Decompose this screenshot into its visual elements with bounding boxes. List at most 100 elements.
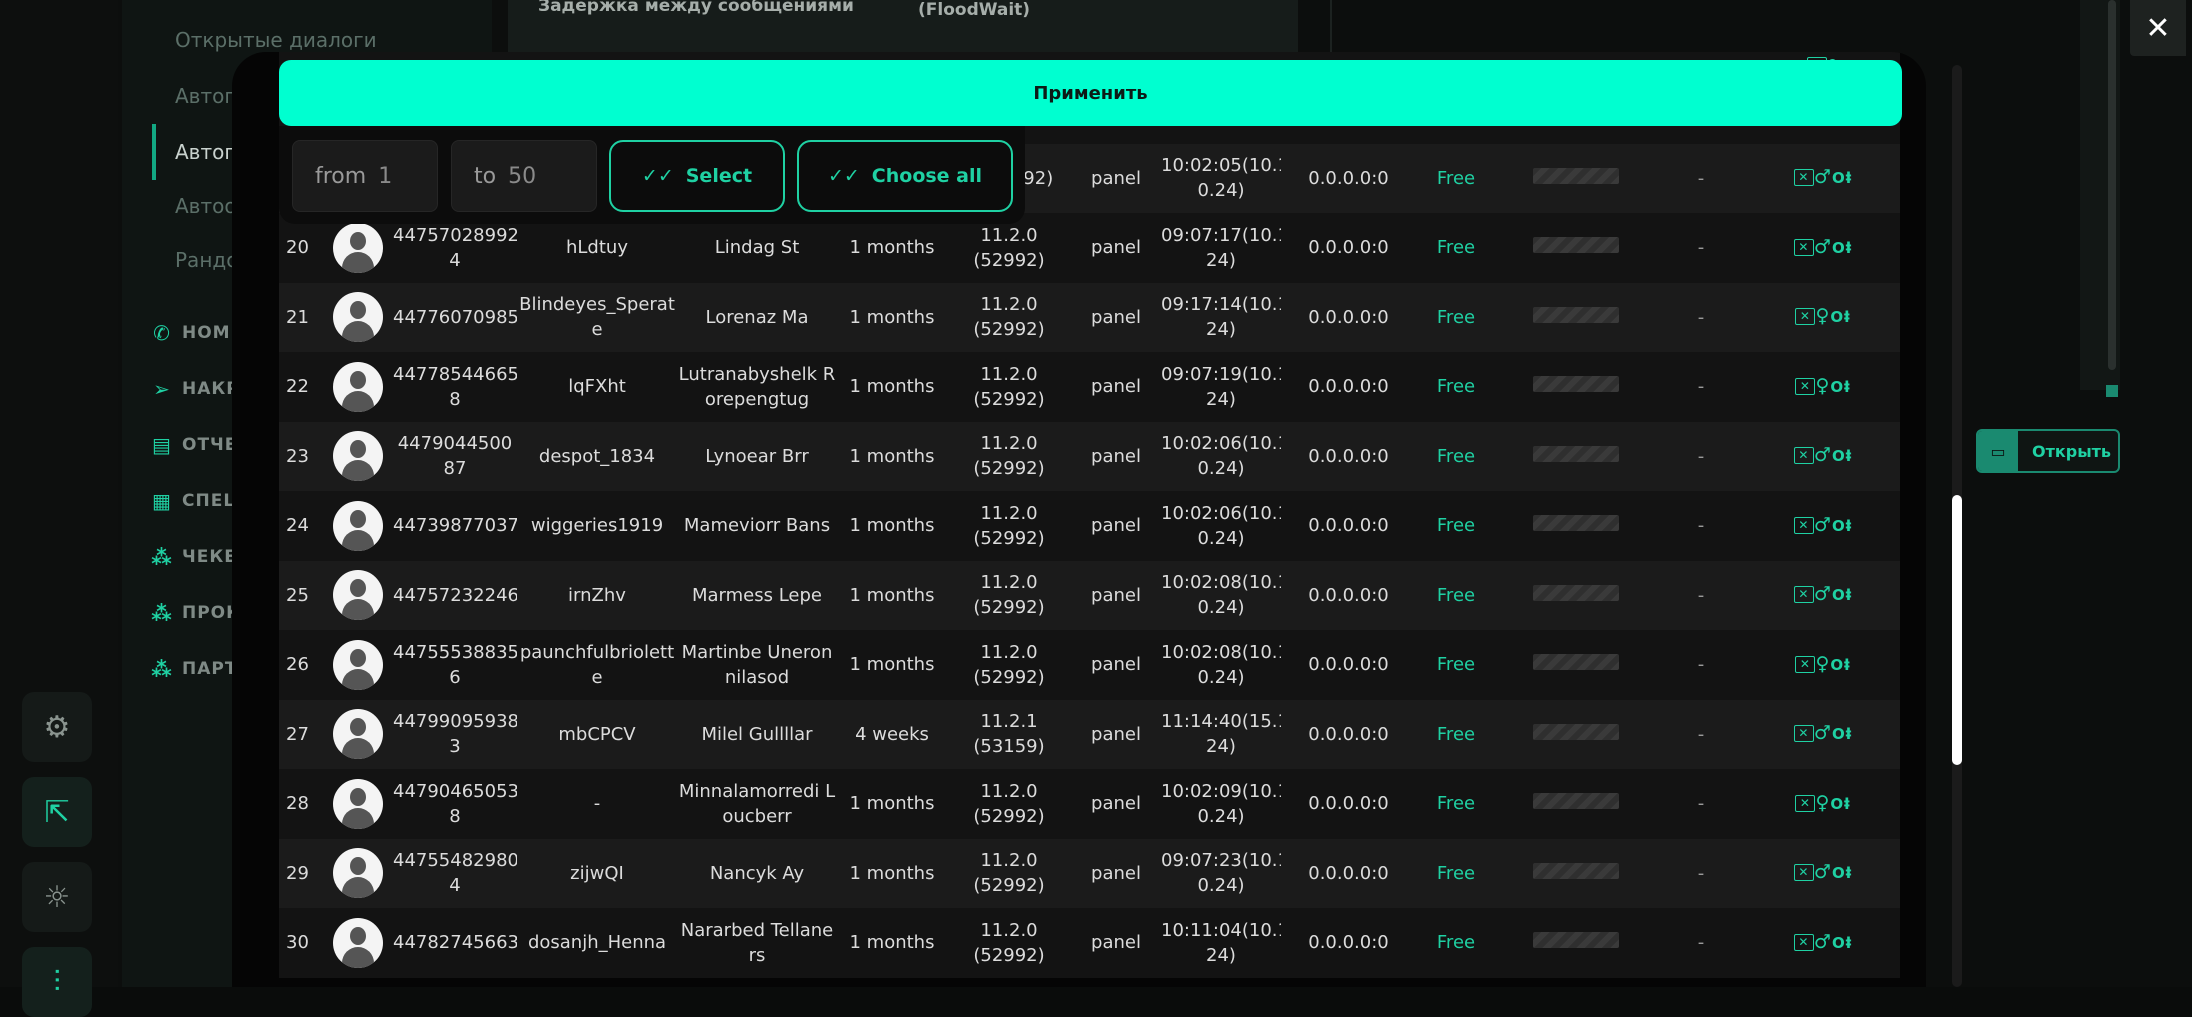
table-row[interactable]: 28 44790465053 8 - Minnalamorredi L oucberr…	[279, 769, 1900, 839]
name-cell: Lynoear Brr	[705, 445, 809, 467]
stripe-indicator	[1533, 306, 1619, 323]
age-cell: 1 months	[849, 584, 935, 606]
phone-cell: 44778544665 8	[393, 363, 517, 410]
dash-cell: -	[1697, 515, 1705, 537]
flags-cell: ✕♂Oⱡ	[1746, 700, 1900, 770]
flags-cell: ✕♂Oⱡ	[1746, 491, 1900, 561]
username-cell: paunchfulbriolett e	[519, 641, 675, 688]
equalizer-button[interactable]: ⫶	[22, 947, 92, 1017]
table-row[interactable]: 23 4479044500 87 despot_1834 Lynoear Brr 1 m…	[279, 421, 1900, 491]
source-cell: panel	[1091, 376, 1141, 398]
row-number: 28	[286, 793, 309, 815]
phone-cell: 44790465053 8	[393, 780, 517, 827]
nav-item-spec[interactable]: ▦ СПЕЦ	[150, 489, 240, 513]
nav-item-numbers[interactable]: ✆ НОМЕ	[150, 321, 243, 345]
age-cell: 1 months	[849, 932, 935, 954]
theme-toggle-button[interactable]: ☼	[22, 862, 92, 932]
status-cell: Free	[1436, 445, 1476, 467]
sidebar-item-dialogs[interactable]: Открытые диалоги	[175, 28, 377, 52]
ip-cell: 0.0.0.0:0	[1308, 654, 1389, 676]
sim-icon: ✕	[1793, 447, 1814, 465]
select-button[interactable]: ✓✓ Select	[609, 140, 785, 212]
table-row[interactable]: 29 44755482980 4 zijwQI Nancyk Ay 1 months 11…	[279, 838, 1900, 909]
table-row[interactable]: 21 447760709851 Blindeyes_Sperat e Lorenaz …	[279, 282, 1900, 353]
row-number: 26	[286, 654, 309, 676]
dash-cell: -	[1697, 376, 1705, 398]
key-icon: Oⱡ	[1831, 586, 1853, 605]
sim-icon: ✕	[1795, 308, 1816, 326]
spam-status-cell	[1496, 769, 1656, 839]
settings-button[interactable]: ⚙	[22, 692, 92, 762]
sidebar-item-rando[interactable]: Рандо	[175, 248, 238, 272]
dash-cell: -	[1697, 723, 1705, 745]
table-row[interactable]: 24 447398770371 wiggeries1919 Mameviorr Ban…	[279, 491, 1900, 561]
status-cell: Free	[1436, 932, 1476, 954]
nav-item-nakr[interactable]: ➢ НАКР	[150, 377, 240, 401]
source-cell: panel	[1091, 862, 1141, 884]
close-button[interactable]: ✕	[2130, 0, 2186, 56]
open-button[interactable]: ▭ Открыть	[1976, 429, 2120, 473]
source-cell: panel	[1091, 723, 1141, 745]
scrollbar-thumb[interactable]	[2108, 0, 2116, 370]
flags-cell: ✕♂Oⱡ	[1746, 839, 1900, 909]
table-row[interactable]: 26 44755538835 6 paunchfulbriolett e Martin…	[279, 630, 1900, 700]
external-link-button[interactable]: ⇱	[22, 777, 92, 847]
dash-cell: -	[1697, 167, 1705, 189]
username-cell: dosanjh_Henna	[527, 932, 667, 954]
sim-icon: ✕	[1793, 516, 1814, 534]
spam-status-cell	[1496, 700, 1656, 770]
table-row[interactable]: 25 447572322467 irnZhv Marmess Lepe 1 months…	[279, 560, 1900, 630]
female-icon: ♀	[1815, 305, 1831, 328]
phone-cell: 447398770371	[393, 515, 517, 537]
source-cell: panel	[1091, 237, 1141, 259]
network-icon: ⁂	[151, 601, 173, 625]
modal-scrollbar[interactable]	[1952, 65, 1962, 987]
range-to-field[interactable]: to 50	[451, 140, 597, 212]
table-row[interactable]: 27 44799095938 3 mbCPCV Milel Gullllar 4 wee…	[279, 699, 1900, 770]
date-cell: 10:02:09(10.1 0.24)	[1161, 780, 1281, 827]
report-icon: ▤	[152, 433, 172, 457]
male-icon: ♂	[1813, 235, 1832, 258]
status-cell: Free	[1436, 723, 1476, 745]
modal-scrollbar-thumb[interactable]	[1952, 495, 1962, 765]
avatar-icon	[333, 848, 383, 899]
table-row[interactable]: 22 44778544665 8 lqFXht Lutranabyshelk R or…	[279, 352, 1900, 422]
stripe-indicator	[1533, 932, 1619, 949]
select-button-label: Select	[685, 165, 753, 187]
name-cell: Milel Gullllar	[701, 723, 813, 745]
date-cell: 10:02:06(10.1 0.24)	[1161, 433, 1281, 480]
delay-label: Задержка между сообщениями	[538, 0, 854, 16]
nav-item-proxy[interactable]: ⁂ ПРОК	[150, 601, 241, 625]
phone-cell: 4479044500 87	[397, 433, 513, 480]
age-cell: 1 months	[849, 445, 935, 467]
double-check-icon: ✓✓	[827, 165, 860, 187]
nav-item-reports[interactable]: ▤ ОТЧЕ	[150, 433, 237, 457]
avatar-icon	[333, 570, 383, 621]
sidebar-item-autop-1[interactable]: Автоп	[175, 84, 237, 108]
name-cell: Mameviorr Bans	[683, 515, 831, 537]
resize-handle[interactable]	[2106, 385, 2118, 397]
username-cell: irnZhv	[568, 584, 626, 606]
nav-item-checker[interactable]: ⁂ ЧЕКЕ	[150, 545, 237, 569]
nav-item-partners[interactable]: ⁂ ПАРТ	[150, 657, 237, 681]
avatar-icon	[333, 917, 383, 968]
flags-cell: ✕ ♀Oⱡ	[1746, 283, 1900, 353]
dash-cell: -	[1697, 793, 1705, 815]
sidebar-item-autop-2[interactable]: Автоп	[175, 140, 237, 164]
status-cell: Free	[1436, 167, 1476, 189]
to-label: to	[474, 163, 497, 189]
username-cell: -	[593, 793, 601, 815]
from-value: 1	[378, 163, 393, 189]
age-cell: 1 months	[849, 306, 935, 328]
apply-button[interactable]: Применить	[279, 60, 1902, 126]
table-row[interactable]: 30 447827456633 dosanjh_Henna Nararbed Tell…	[279, 908, 1900, 978]
spam-status-cell	[1496, 908, 1656, 978]
stripe-indicator	[1533, 862, 1619, 879]
male-icon: ♂	[1813, 722, 1832, 745]
choose-all-button[interactable]: ✓✓ Choose all	[797, 140, 1013, 212]
avatar-icon	[333, 431, 383, 482]
range-from-field[interactable]: from 1	[292, 140, 438, 212]
row-number: 23	[286, 445, 309, 467]
key-icon: Oⱡ	[1831, 238, 1853, 257]
male-icon: ♂	[1813, 930, 1832, 953]
